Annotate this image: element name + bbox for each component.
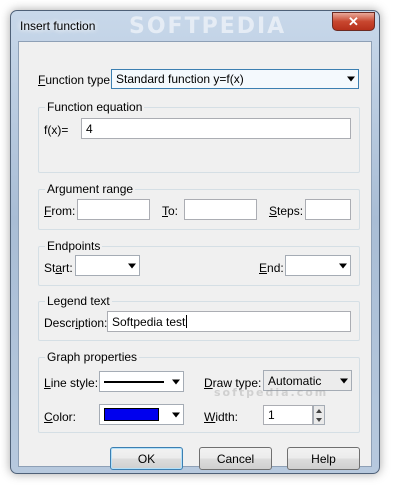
- dialog-client-area: Function type: Standard function y=f(x) …: [18, 41, 372, 470]
- watermark-footer: softpedia.com: [214, 386, 329, 399]
- endpoints-title: Endpoints: [45, 239, 103, 253]
- width-label: Width:: [204, 410, 239, 424]
- width-input[interactable]: 1: [263, 405, 313, 425]
- function-type-label: Function type:: [38, 73, 114, 87]
- legend-text-title: Legend text: [45, 294, 112, 308]
- color-swatch: [104, 408, 159, 421]
- endpoints-group: Endpoints Start: End:: [38, 239, 360, 286]
- chevron-down-icon: [128, 263, 136, 268]
- chevron-down-icon: [172, 412, 180, 417]
- close-icon: ✕: [348, 13, 359, 29]
- line-style-select[interactable]: [99, 371, 184, 392]
- arrow-down-icon: [316, 417, 322, 422]
- text-caret: [186, 315, 188, 328]
- end-select[interactable]: [285, 255, 351, 276]
- help-button[interactable]: Help: [287, 447, 360, 470]
- cancel-button[interactable]: Cancel: [199, 447, 272, 470]
- start-select[interactable]: [75, 255, 140, 276]
- width-spinner[interactable]: [313, 405, 325, 425]
- ok-button[interactable]: OK: [110, 447, 183, 470]
- function-equation-input[interactable]: 4: [81, 118, 351, 139]
- arrow-up-icon: [316, 408, 322, 413]
- line-style-label: Line style:: [44, 376, 99, 390]
- chevron-down-icon: [339, 263, 347, 268]
- argument-range-group: Argument range From: To: Steps:: [38, 182, 360, 230]
- watermark-header: SOFTPEDIA: [129, 14, 287, 39]
- end-label: End:: [259, 261, 284, 275]
- chevron-down-icon: [172, 379, 180, 384]
- description-value: Softpedia test: [112, 314, 186, 329]
- function-equation-value: 4: [86, 121, 93, 136]
- description-input[interactable]: Softpedia test: [107, 311, 351, 332]
- close-button[interactable]: ✕: [332, 12, 375, 31]
- graph-properties-title: Graph properties: [45, 350, 140, 364]
- solid-line-icon: [104, 381, 164, 383]
- from-input[interactable]: [77, 199, 150, 220]
- description-label: Description:: [44, 316, 108, 330]
- width-value: 1: [268, 408, 275, 422]
- to-label: To:: [162, 204, 179, 218]
- start-label: Start:: [44, 261, 73, 275]
- function-type-value: Standard function y=f(x): [116, 72, 244, 86]
- window-title: Insert function: [20, 19, 96, 33]
- from-label: From:: [44, 204, 76, 218]
- color-label: Color:: [44, 410, 77, 424]
- graph-properties-group: Graph properties Line style: Draw type: …: [38, 350, 360, 433]
- function-equation-title: Function equation: [45, 100, 145, 114]
- legend-text-group: Legend text Description: Softpedia test: [38, 294, 360, 341]
- chevron-down-icon: [340, 378, 348, 383]
- spin-up-button[interactable]: [314, 406, 324, 415]
- title-bar[interactable]: Insert function SOFTPEDIA ✕: [11, 11, 379, 41]
- steps-input[interactable]: [305, 199, 351, 220]
- argument-range-title: Argument range: [45, 182, 136, 196]
- spin-down-button[interactable]: [314, 415, 324, 424]
- chevron-down-icon: [347, 76, 355, 82]
- function-type-select[interactable]: Standard function y=f(x): [111, 69, 359, 89]
- steps-label: Steps:: [269, 204, 304, 218]
- to-input[interactable]: [184, 199, 257, 220]
- fx-label: f(x)=: [44, 123, 69, 137]
- insert-function-dialog: Insert function SOFTPEDIA ✕ Function typ…: [10, 10, 380, 474]
- color-select[interactable]: [99, 404, 184, 425]
- function-equation-group: Function equation f(x)= 4: [38, 100, 360, 173]
